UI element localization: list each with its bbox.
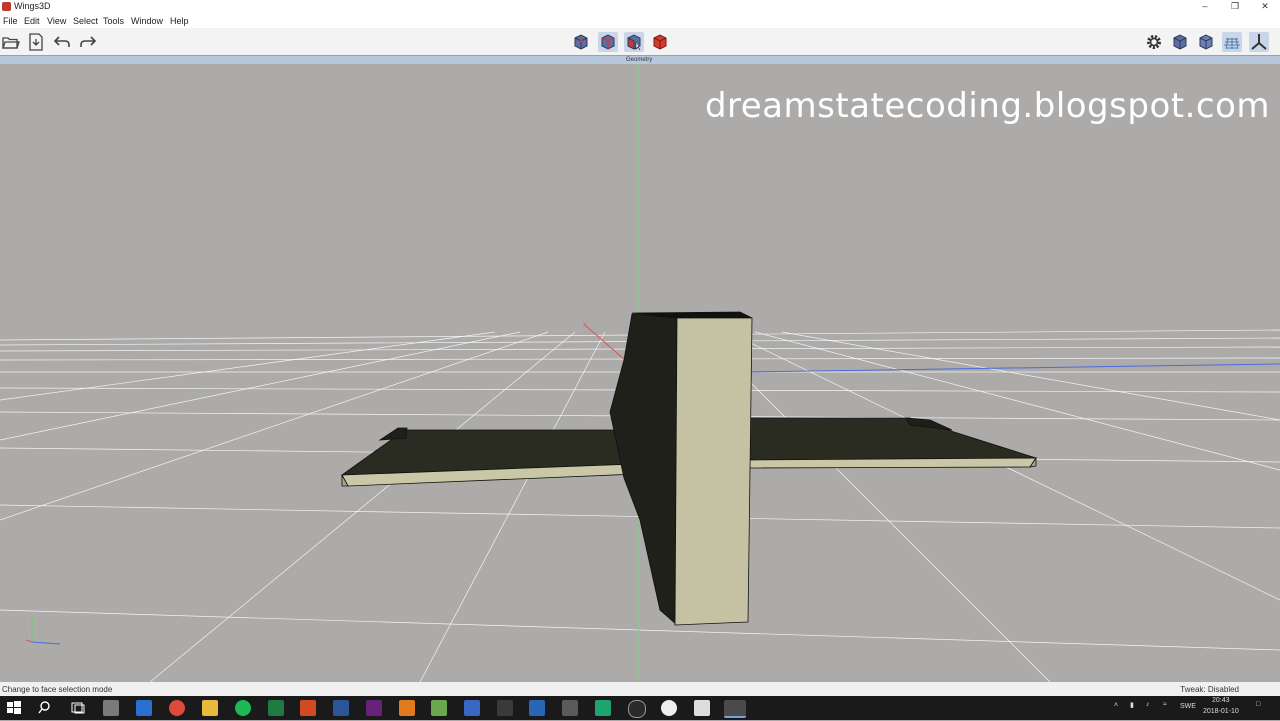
redo-icon[interactable] (78, 32, 98, 52)
wings3d-taskbar-icon[interactable] (724, 700, 746, 718)
axis-gizmo (25, 616, 61, 645)
app-blue-icon[interactable] (464, 700, 480, 716)
geometry-label: Geometry (626, 57, 653, 63)
paint-icon[interactable] (562, 700, 578, 716)
xbox-icon[interactable] (661, 700, 677, 716)
word-icon[interactable] (333, 700, 349, 716)
airplane-model[interactable] (340, 311, 1037, 626)
menu-view[interactable]: View (47, 16, 66, 26)
windows-start-icon[interactable] (6, 700, 22, 716)
clock-time[interactable]: 20:43 (1212, 697, 1230, 704)
tray-chevron-icon[interactable]: ˄ (1114, 702, 1118, 709)
restore-button[interactable]: ❐ (1220, 0, 1250, 13)
status-bar: Change to face selection mode Tweak: Dis… (0, 682, 1280, 696)
menu-help[interactable]: Help (170, 16, 189, 26)
svg-text:x: x (583, 322, 587, 329)
z-axis (744, 363, 1280, 373)
wings3d-app-icon (2, 2, 11, 11)
search-icon[interactable] (38, 700, 54, 716)
document-icon[interactable] (529, 700, 545, 716)
sourcetree-icon[interactable] (595, 700, 611, 716)
menu-file[interactable]: File (3, 16, 18, 26)
smooth-preview-icon[interactable] (1170, 32, 1190, 52)
spotify-icon[interactable] (235, 700, 251, 716)
defender-icon[interactable] (694, 700, 710, 716)
excel-icon[interactable] (268, 700, 284, 716)
geometry-viewport[interactable]: x dreamstatecoding.blogspot.com (0, 64, 1280, 682)
watermark-text: dreamstatecoding.blogspot.com (704, 86, 1270, 126)
menu-tools[interactable]: Tools (103, 16, 124, 26)
powerpoint-icon[interactable] (300, 700, 316, 716)
minimize-button[interactable]: – (1190, 0, 1220, 13)
action-center-icon[interactable]: □ (1256, 701, 1260, 708)
toolbar (0, 28, 1280, 55)
edge-mode-icon[interactable] (598, 32, 618, 52)
clock-date[interactable]: 2018-01-10 (1203, 708, 1239, 715)
gear-icon[interactable] (1144, 32, 1164, 52)
task-view-icon[interactable] (70, 700, 86, 716)
store-icon[interactable] (136, 700, 152, 716)
open-folder-icon[interactable] (1, 32, 21, 52)
app-generic-icon[interactable] (103, 700, 119, 716)
save-file-icon[interactable] (26, 32, 46, 52)
chrome-icon[interactable] (169, 700, 185, 716)
menu-window[interactable]: Window (131, 16, 163, 26)
volume-icon[interactable]: ♪ (1146, 701, 1150, 708)
file-explorer-icon[interactable] (202, 700, 218, 716)
menu-bar: File Edit View Select Tools Window Help (0, 13, 1280, 28)
notepadpp-icon[interactable] (431, 700, 447, 716)
xamarin-icon[interactable] (399, 700, 415, 716)
close-button[interactable]: ✕ (1250, 0, 1280, 13)
wireframe-cube-icon[interactable] (1196, 32, 1216, 52)
tools-icon[interactable] (497, 700, 513, 716)
groundplane-icon[interactable] (1222, 32, 1242, 52)
language-indicator[interactable]: SWE (1180, 703, 1196, 710)
title-bar: Wings3D – ❐ ✕ (0, 0, 1280, 13)
object-mode-icon[interactable] (650, 32, 670, 52)
scene-3d[interactable]: x (0, 64, 1280, 682)
tweak-status: Tweak: Disabled (1180, 685, 1239, 694)
menu-select[interactable]: Select (73, 16, 98, 26)
network-icon[interactable]: ≈ (1163, 701, 1167, 708)
unity-icon[interactable] (628, 700, 646, 718)
axes-icon[interactable] (1249, 32, 1269, 52)
vertex-mode-icon[interactable] (571, 32, 591, 52)
status-message: Change to face selection mode (2, 685, 113, 694)
window-title: Wings3D (14, 1, 51, 11)
x-axis (585, 325, 626, 361)
windows-taskbar: ˄ ▮ ♪ ≈ SWE 20:43 2018-01-10 □ (0, 696, 1280, 720)
visual-studio-icon[interactable] (366, 700, 382, 716)
face-mode-icon[interactable] (624, 32, 644, 52)
battery-icon[interactable]: ▮ (1130, 701, 1134, 709)
undo-icon[interactable] (52, 32, 72, 52)
menu-edit[interactable]: Edit (24, 16, 40, 26)
